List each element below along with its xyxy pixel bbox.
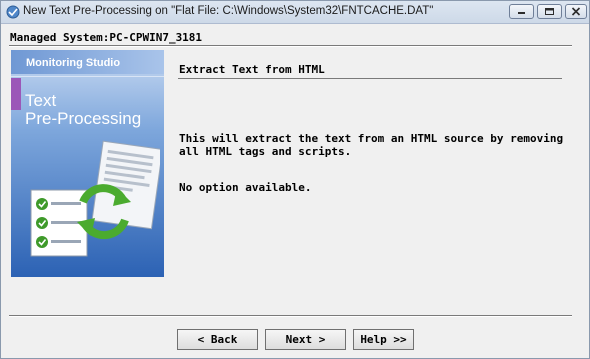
section-divider xyxy=(178,78,562,79)
help-button[interactable]: Help >> xyxy=(353,329,414,350)
close-button[interactable] xyxy=(565,4,587,19)
back-button[interactable]: < Back xyxy=(177,329,258,350)
managed-system-label: Managed System:PC-CPWIN7_3181 xyxy=(10,31,203,44)
header-divider xyxy=(9,45,572,47)
app-icon xyxy=(6,5,20,19)
panel-title-line2: Pre-Processing xyxy=(25,109,142,128)
brand-label: Monitoring Studio xyxy=(26,57,121,69)
side-image-panel: Monitoring Studio Text Pre-Processing xyxy=(11,50,164,277)
footer-divider xyxy=(9,315,572,317)
title-bar[interactable]: New Text Pre-Processing on "Flat File: C… xyxy=(1,1,589,24)
description-text: This will extract the text from an HTML … xyxy=(179,132,564,158)
next-button[interactable]: Next > xyxy=(265,329,346,350)
section-title: Extract Text from HTML xyxy=(179,63,325,76)
no-option-text: No option available. xyxy=(179,181,312,194)
maximize-icon xyxy=(545,8,554,15)
minimize-button[interactable] xyxy=(509,4,534,19)
window-title: New Text Pre-Processing on "Flat File: C… xyxy=(23,5,434,17)
panel-title: Text Pre-Processing xyxy=(25,92,141,128)
panel-title-line1: Text xyxy=(25,91,57,110)
document-refresh-checklist-icon xyxy=(30,140,160,257)
wizard-window: New Text Pre-Processing on "Flat File: C… xyxy=(0,0,590,359)
minimize-icon xyxy=(518,12,525,14)
maximize-button[interactable] xyxy=(537,4,562,19)
close-icon xyxy=(571,7,581,16)
